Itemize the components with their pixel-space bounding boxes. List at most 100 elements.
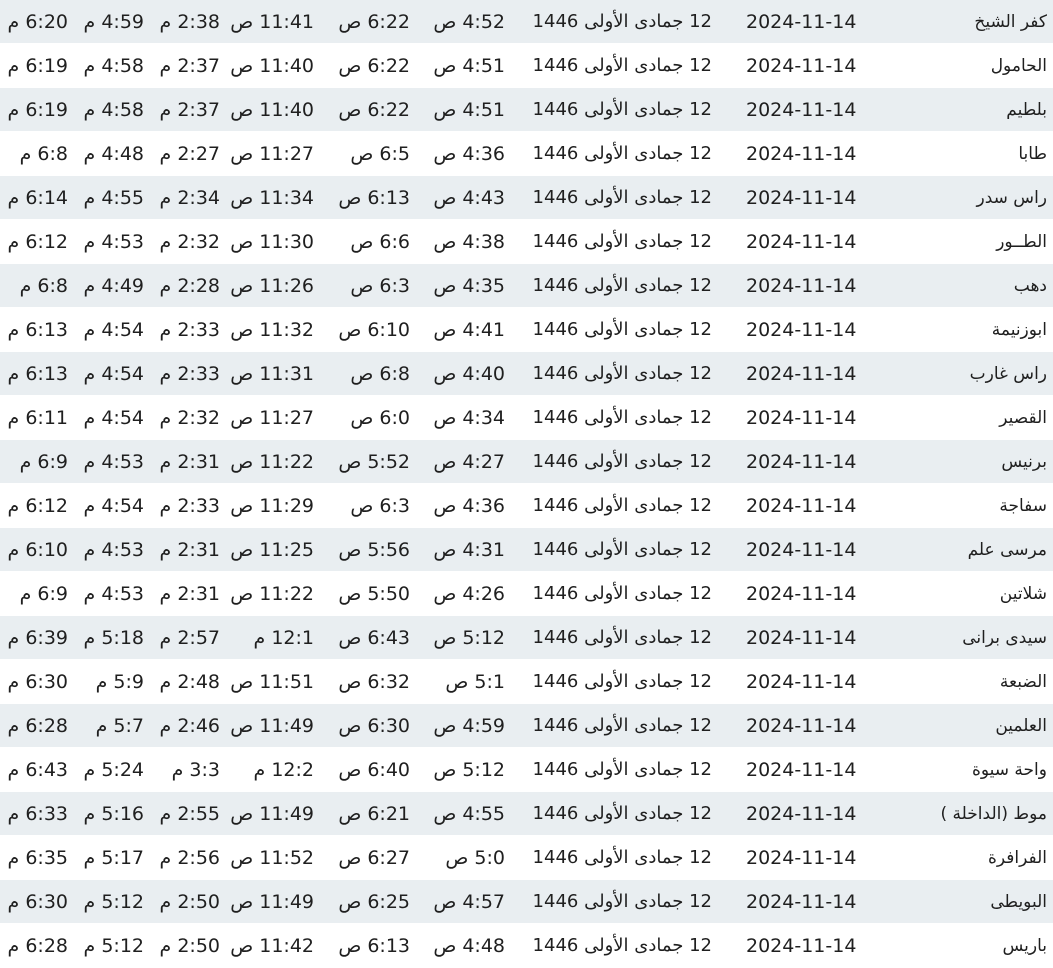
dhuhr-time: 11:49 ص [230,803,314,825]
fajr-time: 4:31 ص [433,539,505,561]
maghrib-time: 5:17 م [83,847,144,869]
city-name: مرسى علم [967,540,1047,560]
hijri-date: 12 جمادى الأولى 1446 [532,99,712,120]
gregorian-date: 2024-11-14 [746,55,857,77]
isha-time: 6:8 م [19,143,68,165]
fajr-time: 5:12 ص [433,627,505,649]
gregorian-date: 2024-11-14 [746,803,857,825]
gregorian-date: 2024-11-14 [746,319,857,341]
maghrib-time: 4:53 م [83,539,144,561]
maghrib-time: 5:9 م [95,671,144,693]
city-name: الضبعة [999,672,1047,692]
hijri-date: 12 جمادى الأولى 1446 [532,143,712,164]
gregorian-date: 2024-11-14 [746,11,857,33]
sunrise-time: 6:30 ص [338,715,410,737]
fajr-time: 4:36 ص [433,143,505,165]
table-row: بلطيم 2024-11-14 12 جمادى الأولى 1446 4:51 … [0,88,1053,132]
dhuhr-time: 11:41 ص [230,11,314,33]
table-row: الضبعة 2024-11-14 12 جمادى الأولى 1446 5:1 … [0,660,1053,704]
hijri-date: 12 جمادى الأولى 1446 [532,847,712,868]
maghrib-time: 4:58 م [83,99,144,121]
isha-time: 6:35 م [7,847,68,869]
isha-time: 6:14 م [7,187,68,209]
hijri-date: 12 جمادى الأولى 1446 [532,363,712,384]
gregorian-date: 2024-11-14 [746,891,857,913]
fajr-time: 4:57 ص [433,891,505,913]
asr-time: 2:57 م [159,627,220,649]
asr-time: 2:46 م [159,715,220,737]
asr-time: 2:50 م [159,891,220,913]
dhuhr-time: 11:25 ص [230,539,314,561]
prayer-times-table: كفر الشيخ 2024-11-14 12 جمادى الأولى 1446 4… [0,0,1053,968]
table-row: دهب 2024-11-14 12 جمادى الأولى 1446 4:35 ص 6… [0,264,1053,308]
dhuhr-time: 11:32 ص [230,319,314,341]
gregorian-date: 2024-11-14 [746,539,857,561]
table-row: برنيس 2024-11-14 12 جمادى الأولى 1446 4:27 … [0,440,1053,484]
table-row: مرسى علم 2024-11-14 12 جمادى الأولى 1446 4:… [0,528,1053,572]
fajr-time: 4:51 ص [433,55,505,77]
isha-time: 6:11 م [7,407,68,429]
sunrise-time: 5:50 ص [338,583,410,605]
hijri-date: 12 جمادى الأولى 1446 [532,803,712,824]
table-row: الفرافرة 2024-11-14 12 جمادى الأولى 1446 5:… [0,836,1053,880]
asr-time: 2:56 م [159,847,220,869]
maghrib-time: 4:48 م [83,143,144,165]
maghrib-time: 5:18 م [83,627,144,649]
asr-time: 2:37 م [159,99,220,121]
dhuhr-time: 11:42 ص [230,935,314,957]
table-row: باريس 2024-11-14 12 جمادى الأولى 1446 4:48 … [0,924,1053,968]
sunrise-time: 5:52 ص [338,451,410,473]
fajr-time: 4:38 ص [433,231,505,253]
maghrib-time: 4:58 م [83,55,144,77]
asr-time: 2:31 م [159,539,220,561]
city-name: برنيس [1001,452,1047,472]
asr-time: 2:34 م [159,187,220,209]
city-name: راس سدر [976,188,1047,208]
isha-time: 6:13 م [7,319,68,341]
asr-time: 2:37 م [159,55,220,77]
dhuhr-time: 11:22 ص [230,451,314,473]
maghrib-time: 4:53 م [83,583,144,605]
gregorian-date: 2024-11-14 [746,759,857,781]
gregorian-date: 2024-11-14 [746,627,857,649]
gregorian-date: 2024-11-14 [746,451,857,473]
city-name: القصير [999,408,1047,428]
sunrise-time: 6:5 ص [350,143,410,165]
isha-time: 6:10 م [7,539,68,561]
dhuhr-time: 11:40 ص [230,99,314,121]
table-row: البويطى 2024-11-14 12 جمادى الأولى 1446 4:5… [0,880,1053,924]
fajr-time: 5:12 ص [433,759,505,781]
hijri-date: 12 جمادى الأولى 1446 [532,671,712,692]
isha-time: 6:30 م [7,671,68,693]
hijri-date: 12 جمادى الأولى 1446 [532,11,712,32]
maghrib-time: 4:54 م [83,407,144,429]
table-row: كفر الشيخ 2024-11-14 12 جمادى الأولى 1446 4… [0,0,1053,44]
dhuhr-time: 11:52 ص [230,847,314,869]
city-name: موط (الداخلة ) [940,804,1047,824]
dhuhr-time: 11:49 ص [230,891,314,913]
gregorian-date: 2024-11-14 [746,495,857,517]
fajr-time: 5:1 ص [445,671,505,693]
sunrise-time: 6:13 ص [338,935,410,957]
sunrise-time: 6:25 ص [338,891,410,913]
isha-time: 6:12 م [7,495,68,517]
gregorian-date: 2024-11-14 [746,99,857,121]
city-name: دهب [1013,276,1047,296]
maghrib-time: 4:59 م [83,11,144,33]
table-row: شلاتين 2024-11-14 12 جمادى الأولى 1446 4:26… [0,572,1053,616]
gregorian-date: 2024-11-14 [746,407,857,429]
hijri-date: 12 جمادى الأولى 1446 [532,319,712,340]
dhuhr-time: 11:27 ص [230,407,314,429]
maghrib-time: 5:12 م [83,935,144,957]
table-row: الحامول 2024-11-14 12 جمادى الأولى 1446 4:5… [0,44,1053,88]
maghrib-time: 4:53 م [83,451,144,473]
dhuhr-time: 11:26 ص [230,275,314,297]
table-row: الطــور 2024-11-14 12 جمادى الأولى 1446 4:3… [0,220,1053,264]
city-name: سفاجة [999,496,1047,516]
city-name: باريس [1002,936,1047,956]
sunrise-time: 6:6 ص [350,231,410,253]
hijri-date: 12 جمادى الأولى 1446 [532,231,712,252]
isha-time: 6:12 م [7,231,68,253]
hijri-date: 12 جمادى الأولى 1446 [532,627,712,648]
gregorian-date: 2024-11-14 [746,715,857,737]
